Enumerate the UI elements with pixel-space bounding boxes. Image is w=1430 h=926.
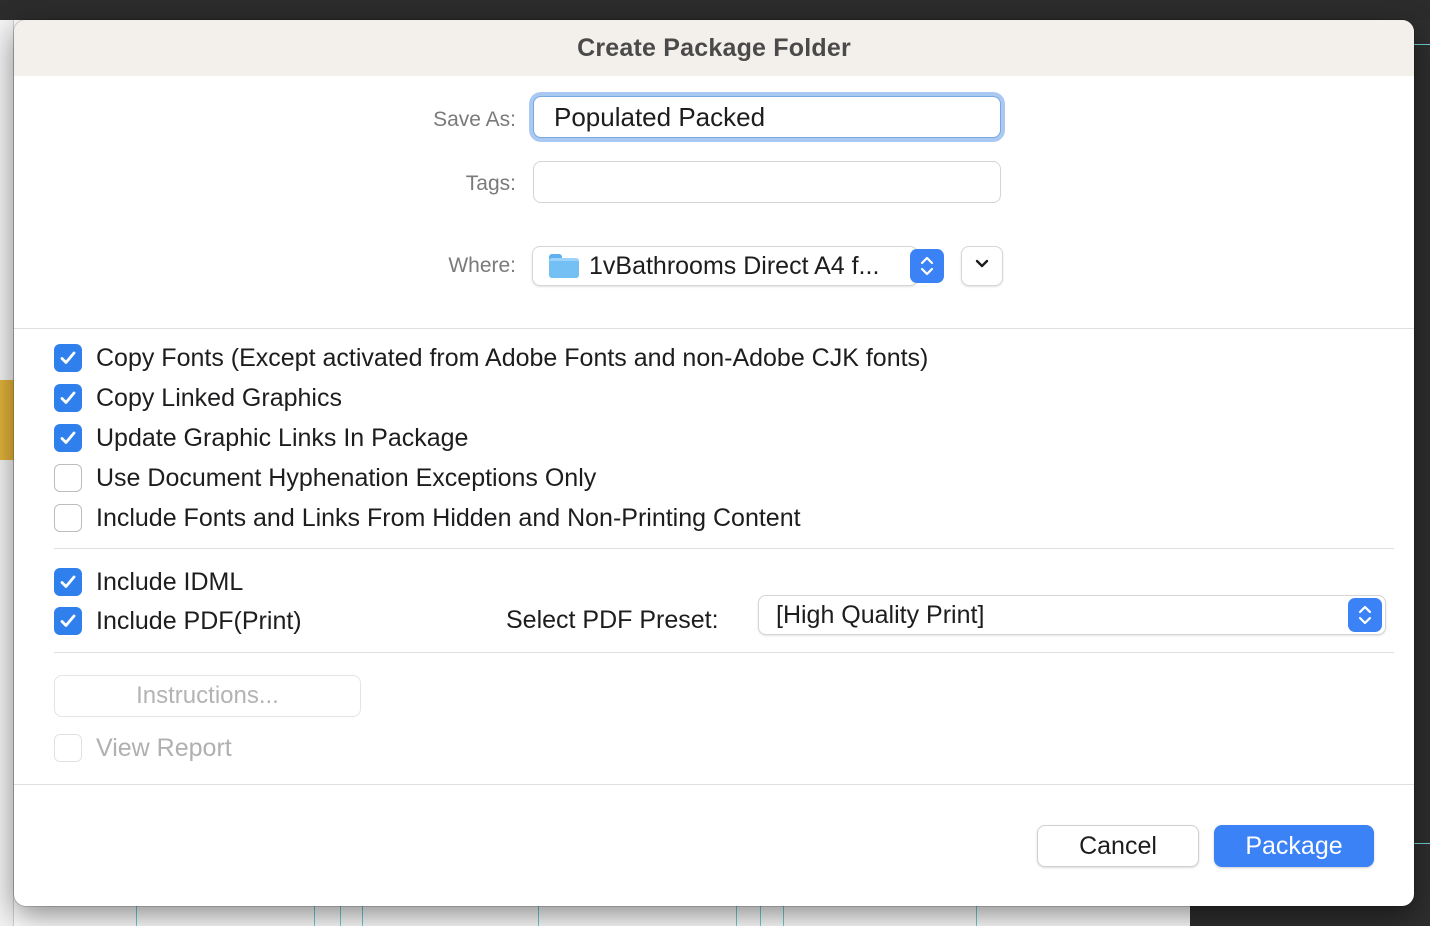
canvas-yellow-artwork xyxy=(0,380,14,460)
checkmark-icon xyxy=(60,431,76,444)
hidden-nonprinting-option[interactable]: Include Fonts and Links From Hidden and … xyxy=(54,503,801,533)
copy-linked-graphics-option[interactable]: Copy Linked Graphics xyxy=(54,383,342,413)
dialog-titlebar: Create Package Folder xyxy=(14,20,1414,76)
canvas-guide xyxy=(314,906,315,926)
section-divider xyxy=(54,652,1394,653)
canvas-guide xyxy=(976,906,977,926)
section-divider xyxy=(14,328,1414,329)
canvas-guide xyxy=(362,906,363,926)
pdf-preset-value: [High Quality Print] xyxy=(776,600,985,629)
view-report-checkbox[interactable] xyxy=(54,734,82,762)
tags-input[interactable] xyxy=(533,161,1001,203)
include-pdf-checkbox[interactable] xyxy=(54,607,82,635)
checkmark-icon xyxy=(60,391,76,404)
create-package-folder-dialog: Create Package Folder Save As: Tags: Whe… xyxy=(14,20,1414,906)
copy-fonts-option[interactable]: Copy Fonts (Except activated from Adobe … xyxy=(54,343,928,373)
checkmark-icon xyxy=(60,351,76,364)
tags-label: Tags: xyxy=(465,172,516,195)
popup-stepper-icon xyxy=(910,249,944,283)
include-pdf-label: Include PDF(Print) xyxy=(96,606,302,635)
cancel-button[interactable]: Cancel xyxy=(1037,825,1199,867)
copy-linked-graphics-label: Copy Linked Graphics xyxy=(96,383,342,412)
canvas-guide xyxy=(538,906,539,926)
chevron-down-icon xyxy=(974,257,990,275)
view-report-label: View Report xyxy=(96,733,232,762)
copy-fonts-label: Copy Fonts (Except activated from Adobe … xyxy=(96,343,929,372)
canvas-guide xyxy=(136,906,137,926)
save-as-label: Save As: xyxy=(433,108,516,131)
canvas-guide xyxy=(340,906,341,926)
pdf-preset-popup[interactable]: [High Quality Print] xyxy=(758,595,1386,635)
canvas-guide xyxy=(760,906,761,926)
include-idml-label: Include IDML xyxy=(96,567,244,596)
checkmark-icon xyxy=(60,614,76,627)
view-report-option[interactable]: View Report xyxy=(54,733,232,763)
footer-divider xyxy=(14,784,1414,785)
update-graphic-links-checkbox[interactable] xyxy=(54,424,82,452)
package-button[interactable]: Package xyxy=(1214,825,1374,867)
instructions-button[interactable]: Instructions... xyxy=(54,675,361,717)
section-divider xyxy=(54,548,1394,549)
update-graphic-links-label: Update Graphic Links In Package xyxy=(96,423,469,452)
update-graphic-links-option[interactable]: Update Graphic Links In Package xyxy=(54,423,468,453)
include-idml-option[interactable]: Include IDML xyxy=(54,567,243,597)
popup-stepper-icon xyxy=(1348,598,1382,632)
hyphenation-exceptions-option[interactable]: Use Document Hyphenation Exceptions Only xyxy=(54,463,596,493)
folder-icon xyxy=(549,254,579,278)
include-idml-checkbox[interactable] xyxy=(54,568,82,596)
save-as-input[interactable] xyxy=(533,96,1001,138)
hyphenation-exceptions-checkbox[interactable] xyxy=(54,464,82,492)
hyphenation-exceptions-label: Use Document Hyphenation Exceptions Only xyxy=(96,463,597,492)
canvas-guide xyxy=(1414,44,1430,45)
include-pdf-option[interactable]: Include PDF(Print) xyxy=(54,606,302,636)
expand-browser-button[interactable] xyxy=(961,246,1003,286)
canvas-guide xyxy=(1414,843,1430,844)
canvas-guide xyxy=(736,906,737,926)
canvas-guide xyxy=(783,906,784,926)
where-location-value: 1vBathrooms Direct A4 f... xyxy=(589,251,880,280)
checkmark-icon xyxy=(60,575,76,588)
app-toolbar xyxy=(0,0,1430,20)
copy-fonts-checkbox[interactable] xyxy=(54,344,82,372)
hidden-nonprinting-checkbox[interactable] xyxy=(54,504,82,532)
where-label: Where: xyxy=(448,254,516,277)
where-location-popup[interactable]: 1vBathrooms Direct A4 f... xyxy=(532,246,944,286)
pdf-preset-label: Select PDF Preset: xyxy=(506,606,719,634)
copy-linked-graphics-checkbox[interactable] xyxy=(54,384,82,412)
canvas-left-edge xyxy=(0,20,14,926)
dialog-title: Create Package Folder xyxy=(577,33,851,62)
hidden-nonprinting-label: Include Fonts and Links From Hidden and … xyxy=(96,503,801,532)
